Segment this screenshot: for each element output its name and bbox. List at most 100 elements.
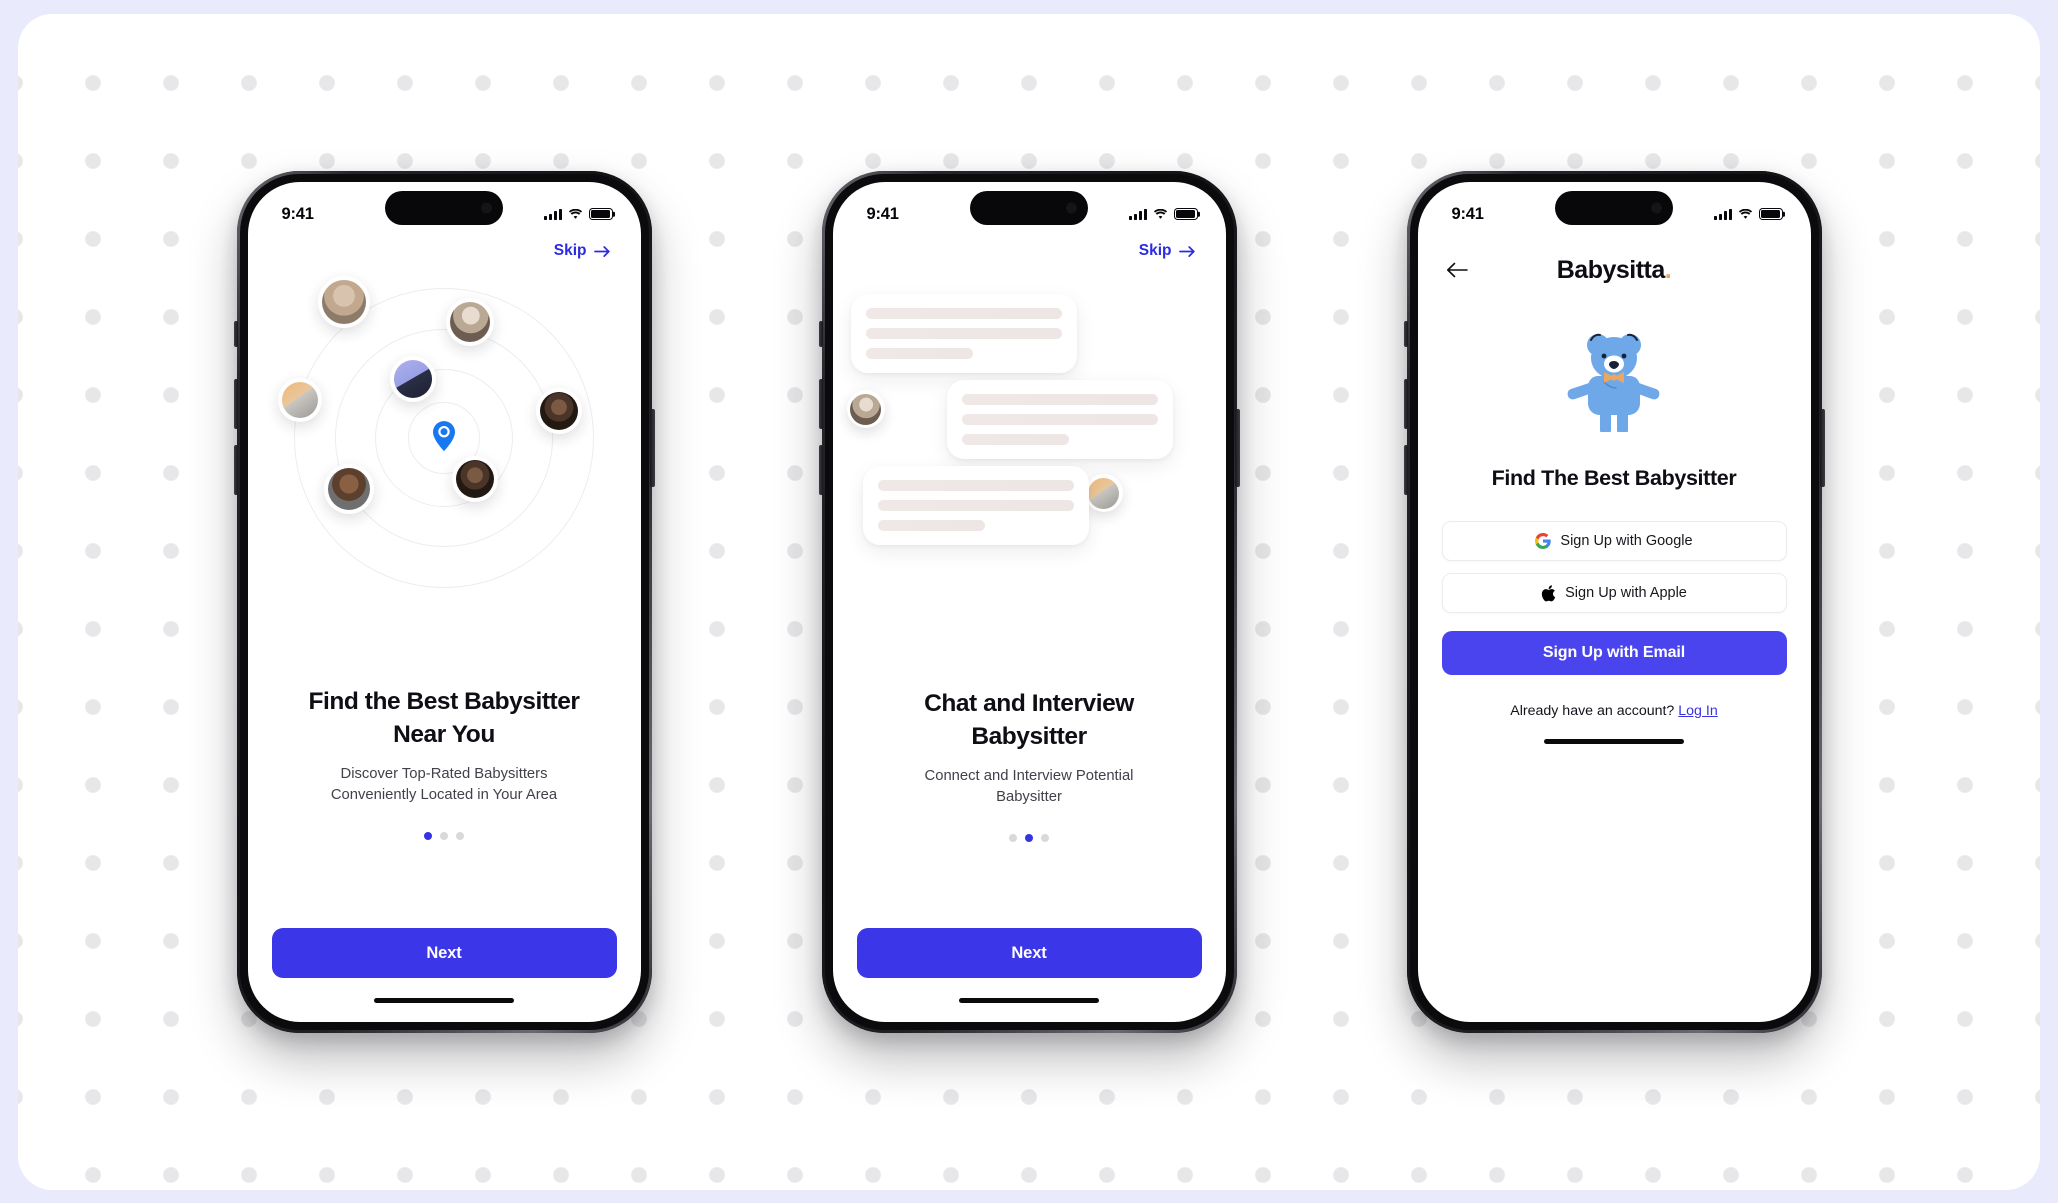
phone-screen: 9:41 Babysitta. Find The Best Babysitter… — [1417, 182, 1811, 1022]
front-camera-icon — [1651, 202, 1662, 214]
back-button[interactable] — [1442, 255, 1472, 285]
sign-up-with-google-button[interactable]: Sign Up with Google — [1441, 521, 1787, 561]
login-prompt: Already have an account? Log In — [1442, 703, 1787, 719]
radar-illustration — [248, 276, 641, 598]
pagination-dots — [292, 831, 597, 840]
pagination-dot-2[interactable] — [1025, 833, 1033, 842]
chat-avatar[interactable] — [846, 390, 885, 428]
volume-down-button[interactable] — [233, 445, 238, 495]
silent-switch[interactable] — [819, 321, 823, 347]
brand-text: Babysitta — [1556, 255, 1666, 284]
chat-illustration — [833, 282, 1226, 602]
pagination-dot-1[interactable] — [1009, 833, 1017, 842]
wifi-icon — [1738, 208, 1753, 220]
phone-mockup-onboarding-chat: 9:41 Skip Chat and Interview Babysitter … — [818, 171, 1240, 1033]
sign-up-with-apple-button[interactable]: Sign Up with Apple — [1441, 573, 1787, 613]
phone-screen: 9:41 Skip — [832, 182, 1226, 1022]
title-line-1: Find the Best Babysitter — [308, 688, 580, 716]
skeleton-line — [865, 348, 974, 359]
status-time: 9:41 — [866, 204, 899, 223]
google-icon — [1535, 533, 1552, 549]
next-button[interactable]: Next — [271, 928, 617, 978]
power-button[interactable] — [1235, 409, 1240, 487]
login-prompt-text: Already have an account? — [1510, 703, 1675, 719]
skeleton-line — [961, 394, 1158, 405]
volume-down-button[interactable] — [1403, 445, 1408, 495]
pagination-dot-1[interactable] — [424, 831, 432, 840]
skeleton-line — [877, 480, 1074, 491]
radar-avatar[interactable] — [278, 378, 322, 422]
battery-full-icon — [1758, 208, 1783, 220]
skeleton-line — [877, 520, 986, 531]
teddy-bear-illustration — [1418, 320, 1811, 432]
skip-label: Skip — [1138, 242, 1172, 259]
cellular-signal-icon — [544, 208, 562, 220]
skip-button[interactable]: Skip — [1139, 242, 1196, 260]
onboarding-body: Skip — [248, 234, 641, 1022]
home-indicator[interactable] — [374, 997, 514, 1003]
radar-avatar-self[interactable] — [390, 356, 436, 402]
log-in-link[interactable]: Log In — [1678, 703, 1717, 719]
arrow-right-icon — [593, 245, 610, 257]
power-button[interactable] — [1820, 409, 1825, 487]
radar-avatar[interactable] — [324, 464, 374, 514]
skeleton-line — [865, 308, 1062, 319]
subtitle-line-1: Connect and Interview Potential — [924, 767, 1134, 784]
radar-avatar[interactable] — [446, 298, 494, 346]
home-indicator-wrap — [272, 978, 617, 1022]
wifi-icon — [1153, 208, 1168, 220]
sign-up-with-google-label: Sign Up with Google — [1560, 533, 1693, 549]
subtitle-line-1: Discover Top-Rated Babysitters — [340, 765, 548, 782]
pagination-dot-2[interactable] — [440, 831, 448, 840]
volume-down-button[interactable] — [818, 445, 823, 495]
skip-button[interactable]: Skip — [554, 242, 611, 260]
phone-mockup-signup: 9:41 Babysitta. Find The Best Babysitter… — [1403, 171, 1825, 1033]
status-bar: 9:41 — [1418, 182, 1811, 234]
chat-bubble-incoming — [850, 294, 1077, 373]
status-time: 9:41 — [281, 204, 314, 223]
arrow-right-icon — [1178, 245, 1195, 257]
power-button[interactable] — [650, 409, 655, 487]
chat-bubble-incoming — [862, 466, 1089, 545]
skip-label: Skip — [553, 242, 587, 259]
chat-avatar[interactable] — [1084, 474, 1123, 512]
dynamic-island — [385, 191, 503, 225]
onboarding-caption: Chat and Interview Babysitter Connect an… — [833, 688, 1226, 842]
sign-up-with-email-button[interactable]: Sign Up with Email — [1441, 631, 1787, 675]
volume-up-button[interactable] — [233, 379, 238, 429]
radar-rings-group — [278, 276, 594, 588]
status-time: 9:41 — [1451, 204, 1484, 223]
radar-avatar[interactable] — [452, 456, 498, 502]
title-line-2: Babysitter — [971, 722, 1087, 750]
sign-up-with-apple-label: Sign Up with Apple — [1565, 585, 1687, 601]
pagination-dot-3[interactable] — [1041, 833, 1049, 842]
page-title: Chat and Interview Babysitter — [877, 688, 1182, 753]
home-indicator[interactable] — [1544, 738, 1684, 744]
pagination-dot-3[interactable] — [456, 831, 464, 840]
title-line-1: Chat and Interview — [924, 690, 1134, 718]
phone-screen: 9:41 Skip — [247, 182, 641, 1022]
radar-avatar[interactable] — [536, 388, 582, 434]
page-title: Find the Best Babysitter Near You — [292, 686, 597, 751]
skeleton-line — [961, 434, 1070, 445]
page-subtitle: Discover Top-Rated Babysitters Convenien… — [292, 764, 597, 806]
dynamic-island — [1555, 191, 1673, 225]
page-subtitle: Connect and Interview Potential Babysitt… — [877, 766, 1182, 808]
silent-switch[interactable] — [234, 321, 238, 347]
next-button[interactable]: Next — [856, 928, 1202, 978]
skeleton-line — [865, 328, 1062, 339]
status-bar: 9:41 — [833, 182, 1226, 234]
home-indicator[interactable] — [959, 997, 1099, 1003]
status-icons — [1714, 208, 1783, 220]
status-bar: 9:41 — [248, 182, 641, 234]
location-pin-icon — [431, 420, 457, 452]
battery-full-icon — [1173, 208, 1198, 220]
signup-actions: Sign Up with Google Sign Up with Apple S… — [1418, 521, 1811, 719]
radar-avatar[interactable] — [318, 276, 370, 328]
volume-up-button[interactable] — [1403, 379, 1408, 429]
silent-switch[interactable] — [1404, 321, 1408, 347]
skeleton-line — [877, 500, 1074, 511]
skeleton-line — [961, 414, 1158, 425]
cellular-signal-icon — [1129, 208, 1147, 220]
volume-up-button[interactable] — [818, 379, 823, 429]
